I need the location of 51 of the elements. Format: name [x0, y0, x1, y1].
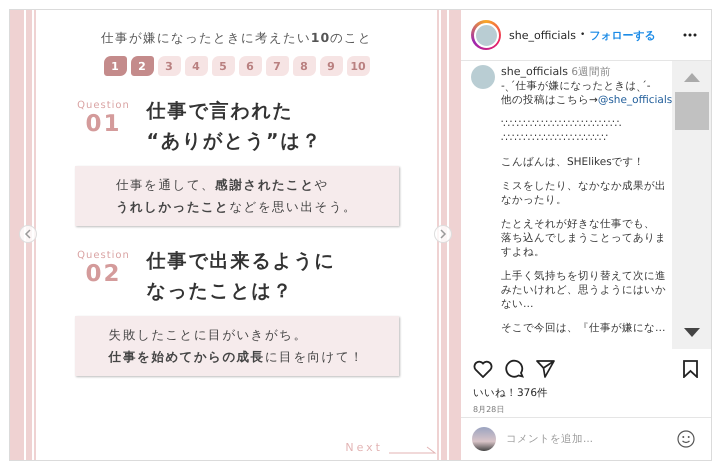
page-number: 1 [104, 56, 126, 76]
post-date: 8月28日 [472, 404, 506, 415]
caption-paragraph: 上手く気持ちを切り替えて次に進 みたいけれど、思うようにはいか ない… [501, 269, 667, 311]
page-number: 6 [238, 56, 262, 76]
comment-icon[interactable] [505, 359, 524, 378]
page-number: 3 [158, 56, 180, 76]
like-count[interactable]: いいね！376件 [461, 378, 711, 400]
question-number: 02 [85, 261, 122, 287]
separator-dot: • [580, 30, 586, 40]
caption-paragraph: ∵∴∵∴∵∴∵∴∵∴∵∴∵∴∵∴∵∴ ∴∵∴∵∴∵∴∵∴∵∴∵∴∵∴∵ [501, 117, 622, 145]
question-label: Question [77, 250, 130, 261]
page-number: 4 [184, 56, 208, 76]
chevron-right-icon [439, 229, 447, 239]
comment-field[interactable]: コメントを追加... [504, 432, 669, 446]
next-label: Next [345, 441, 383, 454]
caption-paragraph: こんばんは、SHElikesです！ [501, 155, 646, 169]
previous-button[interactable] [19, 225, 37, 243]
next-button[interactable] [434, 225, 452, 243]
question-heading: 仕事で出来るように なったことは？ [146, 249, 336, 304]
scrollbar-thumb[interactable] [674, 92, 708, 130]
caption-paragraph: そこで今回は、『仕事が嫌にな… [501, 321, 666, 335]
page-number: 5 [212, 56, 234, 76]
avatar [472, 427, 496, 451]
username[interactable]: she_officials [509, 28, 576, 42]
emoji-icon[interactable] [677, 430, 695, 448]
avatar[interactable] [471, 20, 501, 50]
page-number: 8 [292, 56, 316, 76]
more-icon[interactable] [683, 33, 697, 37]
post-title: 仕事が嫌になったときに考えたい10のこと [100, 30, 372, 47]
question-heading: 仕事で言われた “ありがとう”は？ [146, 99, 322, 154]
chevron-left-icon [24, 229, 32, 239]
caption-text: -ˎˊ仕事が嫌になったときはˎˊ- [501, 79, 652, 93]
page-number: 10 [346, 56, 370, 76]
page-number: 7 [266, 56, 288, 76]
post-time: 6週間前 [571, 66, 611, 78]
send-icon[interactable] [536, 360, 555, 378]
question-number: 01 [85, 111, 122, 137]
caption-paragraph: たとえそれが好きな仕事でも、 落ち込んでしまうことってありま すよね。 [501, 217, 667, 259]
username[interactable]: she_officials [501, 65, 568, 78]
caption-text: 他の投稿はこちら→ [501, 94, 598, 106]
caption-paragraph: ミスをしたり、なかなか成果が出 なかったり。 [501, 179, 667, 207]
question-label: Question [77, 100, 130, 111]
heart-icon[interactable] [473, 360, 493, 378]
follow-link[interactable]: フォローする [589, 28, 656, 42]
mention-link[interactable]: @she_officials [598, 94, 672, 106]
answer-text: 失敗したことに目がいきがち。 仕事を始めてからの成長に目を向けて！ [108, 326, 364, 366]
answer-text: 仕事を通して、感謝されたことや うれしかったことなどを思い出そう。 [116, 176, 358, 216]
bookmark-icon[interactable] [683, 360, 698, 378]
page-number: 2 [130, 56, 154, 76]
scroll-down-icon[interactable] [684, 328, 700, 337]
page-number: 9 [320, 56, 342, 76]
